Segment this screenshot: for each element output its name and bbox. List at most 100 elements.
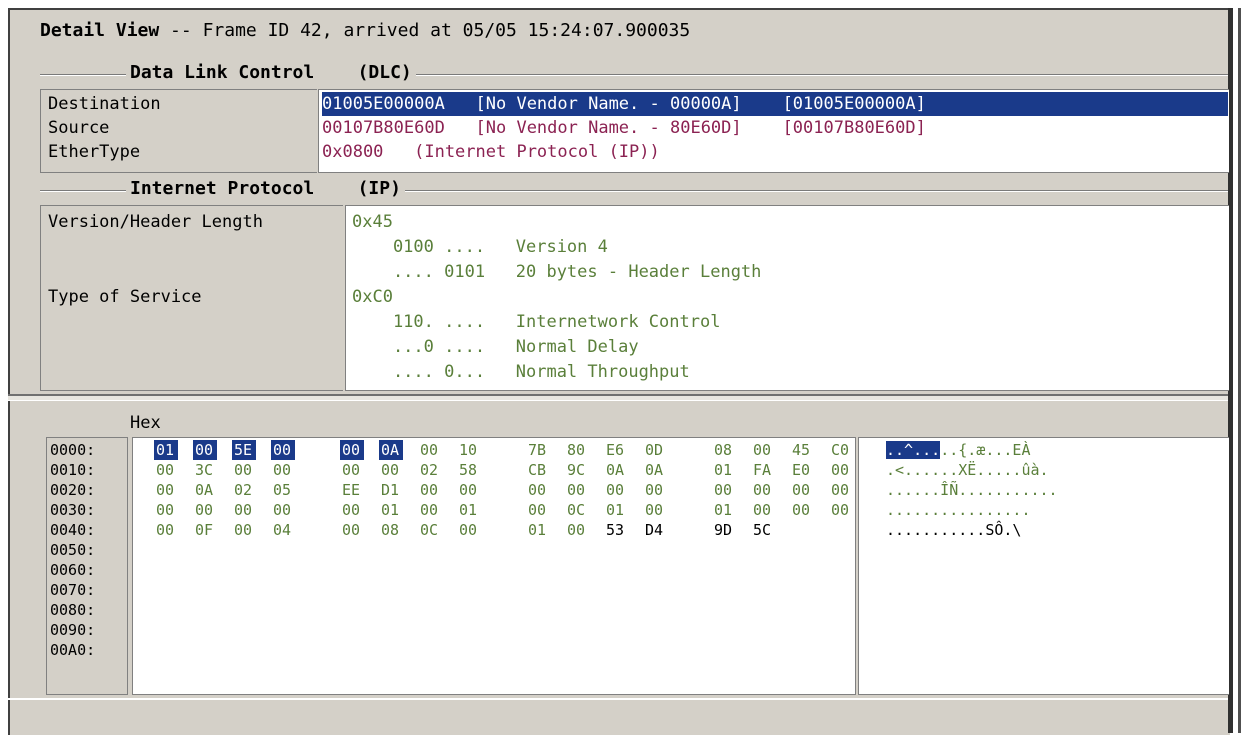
ascii-line[interactable]: ................ — [886, 500, 1031, 520]
hex-byte[interactable]: CB — [528, 460, 546, 480]
hex-byte[interactable]: EE — [342, 480, 360, 500]
hex-byte[interactable]: 00 — [459, 520, 477, 540]
hex-byte[interactable]: 00 — [271, 440, 296, 460]
hex-byte[interactable]: 00 — [420, 480, 438, 500]
hex-byte[interactable]: 58 — [459, 460, 477, 480]
hex-byte[interactable]: 0A — [645, 460, 663, 480]
hex-byte[interactable]: 10 — [459, 440, 477, 460]
hex-byte[interactable]: D1 — [381, 480, 399, 500]
ip-field-value[interactable]: 0xC0 — [352, 285, 393, 309]
hex-byte[interactable]: 80 — [567, 440, 585, 460]
hex-byte[interactable]: 00 — [528, 480, 546, 500]
ascii-line[interactable]: ...........SÔ.\ — [886, 520, 1021, 540]
hex-byte[interactable]: 3C — [195, 460, 213, 480]
dlc-field-value[interactable]: 0x0800 (Internet Protocol (IP)) — [322, 140, 660, 164]
hex-byte[interactable]: 0D — [645, 440, 663, 460]
hex-byte[interactable]: 00 — [420, 500, 438, 520]
hex-byte[interactable]: 00 — [342, 460, 360, 480]
hex-byte[interactable]: 00 — [792, 480, 810, 500]
hex-byte[interactable]: 00 — [567, 520, 585, 540]
hex-byte[interactable]: 01 — [381, 500, 399, 520]
hex-offset: 0040: — [50, 521, 96, 539]
ip-field-value[interactable]: 110. .... Internetwork Control — [352, 310, 721, 334]
hex-byte[interactable]: 00 — [831, 460, 849, 480]
hex-byte[interactable]: 00 — [342, 500, 360, 520]
dlc-field-value[interactable]: 01005E00000A [No Vendor Name. - 00000A] … — [322, 92, 1228, 116]
hex-byte[interactable]: 01 — [714, 500, 732, 520]
hex-byte[interactable]: 0C — [567, 500, 585, 520]
hex-byte[interactable]: D4 — [645, 520, 663, 540]
ip-field-value[interactable]: ...0 .... Normal Delay — [352, 335, 639, 359]
hex-byte[interactable]: 00 — [156, 520, 174, 540]
ascii-text: ...........SÔ.\ — [886, 521, 1022, 539]
hex-byte[interactable]: 00 — [645, 500, 663, 520]
hex-byte[interactable]: 01 — [459, 500, 477, 520]
hex-byte[interactable]: 08 — [381, 520, 399, 540]
ascii-line[interactable]: ..^.....{.æ...EÀ — [886, 440, 1031, 460]
pane-splitter[interactable] — [8, 394, 1228, 401]
hex-byte[interactable]: 00 — [234, 520, 252, 540]
hex-byte[interactable]: 9D — [714, 520, 732, 540]
hex-byte[interactable]: 7B — [528, 440, 546, 460]
dlc-field-value[interactable]: 00107B80E60D [No Vendor Name. - 80E60D] … — [322, 116, 926, 140]
hex-byte[interactable]: 08 — [714, 440, 732, 460]
hex-byte[interactable]: 5E — [232, 440, 257, 460]
hex-byte[interactable]: 00 — [753, 440, 771, 460]
hex-byte[interactable]: 01 — [714, 460, 732, 480]
hex-byte[interactable]: 00 — [753, 500, 771, 520]
hex-byte[interactable]: 00 — [831, 480, 849, 500]
hex-byte[interactable]: 02 — [420, 460, 438, 480]
ip-field-value[interactable]: .... 0101 20 bytes - Header Length — [352, 260, 761, 284]
hex-byte[interactable]: 00 — [459, 480, 477, 500]
hex-byte[interactable]: 00 — [156, 480, 174, 500]
hex-byte[interactable]: 00 — [156, 460, 174, 480]
hex-byte[interactable]: E0 — [792, 460, 810, 480]
detail-view-title: Detail View -- Frame ID 42, arrived at 0… — [40, 20, 690, 41]
hex-offset: 0030: — [50, 501, 96, 519]
ip-field-value[interactable]: .... 0... Normal Throughput — [352, 360, 690, 384]
hex-byte[interactable]: C0 — [831, 440, 849, 460]
hex-byte[interactable]: 0A — [379, 440, 404, 460]
hex-byte[interactable]: 00 — [381, 460, 399, 480]
hex-byte[interactable]: 00 — [234, 460, 252, 480]
detail-view-title-bold: Detail View — [40, 20, 160, 41]
hex-byte[interactable]: 45 — [792, 440, 810, 460]
hex-byte[interactable]: 00 — [645, 480, 663, 500]
hex-byte[interactable]: 5C — [753, 520, 771, 540]
hex-byte[interactable]: 00 — [273, 460, 291, 480]
ascii-line[interactable]: ......ÎÑ........... — [886, 480, 1058, 500]
ip-field-value[interactable]: 0x45 — [352, 210, 393, 234]
hex-byte[interactable]: 00 — [606, 480, 624, 500]
hex-byte[interactable]: 00 — [714, 480, 732, 500]
hex-byte[interactable]: 00 — [753, 480, 771, 500]
hex-byte[interactable]: 00 — [792, 500, 810, 520]
hex-byte[interactable]: 00 — [156, 500, 174, 520]
ascii-line[interactable]: .<......XË.....ûà. — [886, 460, 1049, 480]
hex-byte[interactable]: 01 — [528, 520, 546, 540]
hex-byte[interactable]: 0A — [606, 460, 624, 480]
hex-byte[interactable]: FA — [753, 460, 771, 480]
hex-byte[interactable]: 00 — [273, 500, 291, 520]
hex-byte[interactable]: 9C — [567, 460, 585, 480]
hex-byte[interactable]: 0C — [420, 520, 438, 540]
hex-byte[interactable]: 53 — [606, 520, 624, 540]
hex-byte[interactable]: 00 — [340, 440, 365, 460]
hex-byte[interactable]: 00 — [831, 500, 849, 520]
hex-byte[interactable]: 0A — [195, 480, 213, 500]
hex-byte[interactable]: 00 — [567, 480, 585, 500]
hex-byte[interactable]: 01 — [154, 440, 179, 460]
ip-field-value[interactable]: 0100 .... Version 4 — [352, 235, 608, 259]
ip-section-title: Internet Protocol (IP) — [126, 178, 405, 199]
hex-byte[interactable]: 0F — [195, 520, 213, 540]
hex-byte[interactable]: 04 — [273, 520, 291, 540]
hex-byte[interactable]: 00 — [528, 500, 546, 520]
hex-byte[interactable]: E6 — [606, 440, 624, 460]
hex-byte[interactable]: 02 — [234, 480, 252, 500]
hex-byte[interactable]: 05 — [273, 480, 291, 500]
hex-byte[interactable]: 00 — [195, 500, 213, 520]
hex-byte[interactable]: 00 — [342, 520, 360, 540]
hex-byte[interactable]: 00 — [193, 440, 218, 460]
hex-byte[interactable]: 00 — [234, 500, 252, 520]
hex-byte[interactable]: 01 — [606, 500, 624, 520]
hex-byte[interactable]: 00 — [420, 440, 438, 460]
